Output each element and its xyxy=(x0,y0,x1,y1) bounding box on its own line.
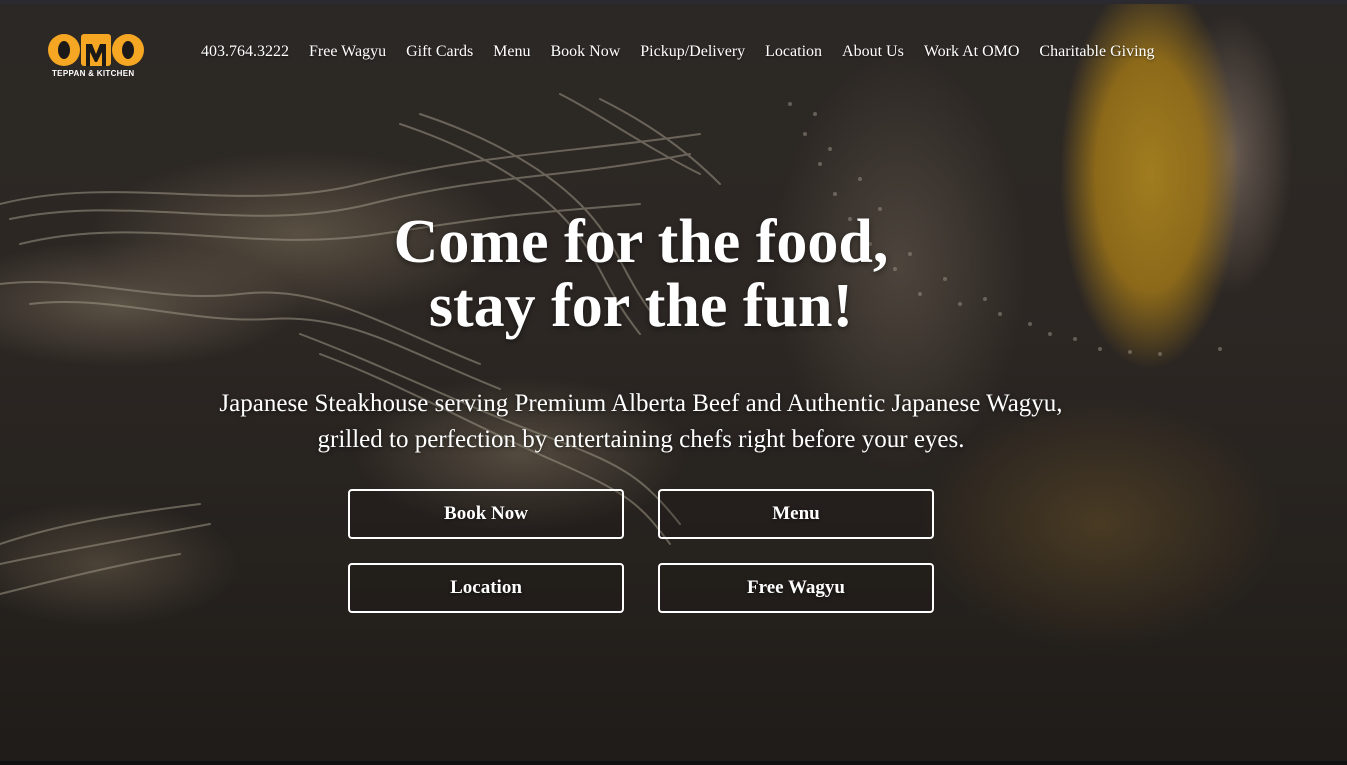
bottom-edge xyxy=(0,761,1347,765)
nav-menu[interactable]: Menu xyxy=(493,43,530,61)
location-button[interactable]: Location xyxy=(348,563,624,613)
nav-gift-cards[interactable]: Gift Cards xyxy=(406,43,473,61)
page: TEPPAN & KITCHEN 403.764.3222 Free Wagyu… xyxy=(0,0,1347,765)
hero-title-line-2: stay for the fun! xyxy=(428,272,854,340)
hero-dark-overlay xyxy=(0,4,1347,765)
main-navigation: 403.764.3222 Free Wagyu Gift Cards Menu … xyxy=(201,43,1175,61)
logo-subtitle: TEPPAN & KITCHEN xyxy=(52,69,135,78)
hero-subtitle-line-1: Japanese Steakhouse serving Premium Albe… xyxy=(219,390,1063,417)
nav-work-at-omo[interactable]: Work At OMO xyxy=(924,43,1020,61)
nav-about-us[interactable]: About Us xyxy=(842,43,904,61)
book-now-button[interactable]: Book Now xyxy=(348,489,624,539)
hero-title-line-1: Come for the food, xyxy=(393,208,889,276)
nav-book-now[interactable]: Book Now xyxy=(551,43,621,61)
nav-location[interactable]: Location xyxy=(765,43,822,61)
site-header: TEPPAN & KITCHEN 403.764.3222 Free Wagyu… xyxy=(0,28,1347,84)
hero-subtitle: Japanese Steakhouse serving Premium Albe… xyxy=(0,386,1282,458)
omo-logo-mark xyxy=(48,34,144,66)
nav-pickup-delivery[interactable]: Pickup/Delivery xyxy=(640,43,745,61)
hero-subtitle-line-2: grilled to perfection by entertaining ch… xyxy=(317,426,965,453)
nav-phone[interactable]: 403.764.3222 xyxy=(201,43,289,61)
menu-button[interactable]: Menu xyxy=(658,489,934,539)
hero-title: Come for the food, stay for the fun! xyxy=(0,210,1282,338)
omo-logo[interactable]: TEPPAN & KITCHEN xyxy=(48,32,144,80)
free-wagyu-button[interactable]: Free Wagyu xyxy=(658,563,934,613)
nav-free-wagyu[interactable]: Free Wagyu xyxy=(309,43,386,61)
nav-charitable-giving[interactable]: Charitable Giving xyxy=(1039,43,1154,61)
